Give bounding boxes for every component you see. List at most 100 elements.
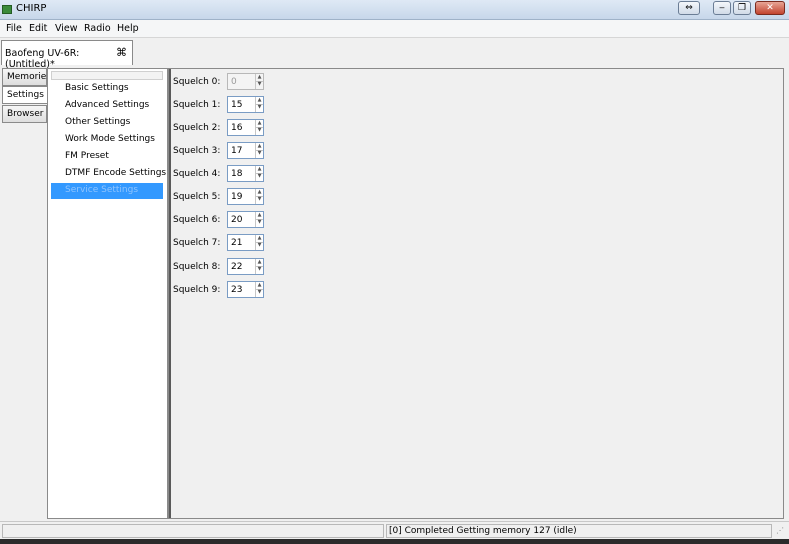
squelch-row: Squelch 9: 23 ▲ ▼ (173, 281, 273, 299)
close-button[interactable]: ✕ (755, 1, 785, 15)
spin-down-icon[interactable]: ▼ (256, 104, 263, 111)
squelch-row: Squelch 5: 19 ▲ ▼ (173, 188, 273, 206)
maximize-button[interactable]: ❐ (733, 1, 751, 15)
tab-settings[interactable]: Settings (2, 86, 48, 104)
nav-item-label: Work Mode Settings (65, 134, 155, 144)
settings-content-pane: Squelch 0: 0 ▲ ▼ Squelch 1: 15 ▲ ▼ Squel… (168, 68, 784, 519)
document-tab-label: Baofeng UV-6R: (Untitled)* (5, 48, 80, 70)
spinner-arrows: ▲ ▼ (255, 189, 263, 204)
minimize-button[interactable]: ‒ (713, 1, 731, 15)
nav-item-label: FM Preset (65, 151, 109, 161)
spinner-arrows: ▲ ▼ (255, 259, 263, 274)
squelch-value[interactable]: 17 (231, 146, 242, 156)
squelch-label: Squelch 1: (173, 100, 221, 110)
nav-service-settings[interactable]: Service Settings (51, 183, 163, 199)
squelch-label: Squelch 5: (173, 192, 221, 202)
squelch-value[interactable]: 21 (231, 238, 242, 248)
squelch-7-spinbox[interactable]: 21 ▲ ▼ (227, 234, 264, 251)
squelch-5-spinbox[interactable]: 19 ▲ ▼ (227, 188, 264, 205)
squelch-value[interactable]: 16 (231, 123, 242, 133)
nav-fm-preset[interactable]: FM Preset (51, 149, 163, 165)
nav-item-label: DTMF Encode Settings (65, 168, 167, 178)
squelch-row: Squelch 0: 0 ▲ ▼ (173, 73, 273, 91)
status-message: [0] Completed Getting memory 127 (idle) (389, 526, 577, 536)
squelch-label: Squelch 9: (173, 285, 221, 295)
squelch-8-spinbox[interactable]: 22 ▲ ▼ (227, 258, 264, 275)
nav-item-label: Advanced Settings (65, 100, 150, 110)
squelch-1-spinbox[interactable]: 15 ▲ ▼ (227, 96, 264, 113)
spinner-arrows: ▲ ▼ (255, 235, 263, 250)
tab-browser-label: Browser (7, 109, 44, 119)
squelch-value[interactable]: 23 (231, 285, 242, 295)
squelch-value: 0 (231, 77, 237, 87)
squelch-4-spinbox[interactable]: 18 ▲ ▼ (227, 165, 264, 182)
spin-down-icon[interactable]: ▼ (256, 266, 263, 273)
spinner-arrows: ▲ ▼ (255, 97, 263, 112)
tab-memories[interactable]: Memories (2, 68, 51, 86)
squelch-3-spinbox[interactable]: 17 ▲ ▼ (227, 142, 264, 159)
tab-browser[interactable]: Browser (2, 105, 47, 123)
spinner-arrows: ▲ ▼ (255, 212, 263, 227)
spin-down-icon[interactable]: ▼ (256, 173, 263, 180)
squelch-label: Squelch 8: (173, 262, 221, 272)
squelch-row: Squelch 6: 20 ▲ ▼ (173, 211, 273, 229)
nav-item-label: Basic Settings (65, 83, 129, 93)
tab-settings-label: Settings (7, 90, 44, 100)
spinner-arrows: ▲ ▼ (255, 282, 263, 297)
squelch-value[interactable]: 18 (231, 169, 242, 179)
window-bottom-edge (0, 539, 789, 544)
squelch-0-spinbox: 0 ▲ ▼ (227, 73, 264, 90)
window-title: CHIRP (16, 3, 47, 14)
menu-radio[interactable]: Radio (84, 23, 111, 34)
squelch-label: Squelch 2: (173, 123, 221, 133)
nav-other-settings[interactable]: Other Settings (51, 115, 163, 131)
app-icon (2, 5, 12, 14)
settings-nav-header (51, 71, 163, 80)
spin-down-icon[interactable]: ▼ (256, 289, 263, 296)
spinner-arrows: ▲ ▼ (255, 74, 263, 89)
squelch-label: Squelch 4: (173, 169, 221, 179)
spin-down-icon[interactable]: ▼ (256, 150, 263, 157)
spin-down-icon[interactable]: ▼ (256, 127, 263, 134)
squelch-2-spinbox[interactable]: 16 ▲ ▼ (227, 119, 264, 136)
squelch-value[interactable]: 22 (231, 262, 242, 272)
nav-basic-settings[interactable]: Basic Settings (51, 81, 163, 97)
document-tab-strip: Baofeng UV-6R: (Untitled)* ⌘ (0, 38, 789, 70)
nav-work-mode-settings[interactable]: Work Mode Settings (51, 132, 163, 148)
menu-view[interactable]: View (55, 23, 78, 34)
squelch-label: Squelch 0: (173, 77, 221, 87)
squelch-9-spinbox[interactable]: 23 ▲ ▼ (227, 281, 264, 298)
squelch-row: Squelch 1: 15 ▲ ▼ (173, 96, 273, 114)
squelch-value[interactable]: 19 (231, 192, 242, 202)
spin-down-icon[interactable]: ▼ (256, 242, 263, 249)
document-tab[interactable]: Baofeng UV-6R: (Untitled)* ⌘ (1, 40, 133, 70)
spinner-arrows: ▲ ▼ (255, 143, 263, 158)
spin-down-icon: ▼ (257, 81, 262, 87)
menu-bar: File Edit View Radio Help (0, 20, 789, 38)
squelch-value[interactable]: 15 (231, 100, 242, 110)
squelch-value[interactable]: 20 (231, 215, 242, 225)
squelch-label: Squelch 6: (173, 215, 221, 225)
squelch-row: Squelch 3: 17 ▲ ▼ (173, 142, 273, 160)
restore-layout-button[interactable]: ⇔ (678, 1, 700, 15)
tab-memories-label: Memories (7, 72, 52, 82)
spin-down-icon[interactable]: ▼ (256, 196, 263, 203)
spinner-arrows: ▲ ▼ (255, 120, 263, 135)
menu-edit[interactable]: Edit (29, 23, 47, 34)
nav-item-label: Other Settings (65, 117, 131, 127)
squelch-row: Squelch 8: 22 ▲ ▼ (173, 258, 273, 276)
nav-item-label: Service Settings (65, 185, 139, 195)
nav-advanced-settings[interactable]: Advanced Settings (51, 98, 163, 114)
squelch-row: Squelch 7: 21 ▲ ▼ (173, 234, 273, 252)
status-cell-left (2, 524, 384, 538)
title-bar: CHIRP ⇔ ‒ ❐ ✕ (0, 0, 789, 20)
nav-dtmf-encode-settings[interactable]: DTMF Encode Settings (51, 166, 167, 182)
menu-help[interactable]: Help (117, 23, 139, 34)
resize-grip-icon[interactable]: ⋰ (776, 526, 784, 535)
status-bar: [0] Completed Getting memory 127 (idle) … (0, 521, 789, 539)
menu-file[interactable]: File (6, 23, 22, 34)
close-tab-icon[interactable]: ⌘ (116, 46, 127, 59)
spin-down-icon[interactable]: ▼ (256, 219, 263, 226)
squelch-row: Squelch 4: 18 ▲ ▼ (173, 165, 273, 183)
squelch-6-spinbox[interactable]: 20 ▲ ▼ (227, 211, 264, 228)
